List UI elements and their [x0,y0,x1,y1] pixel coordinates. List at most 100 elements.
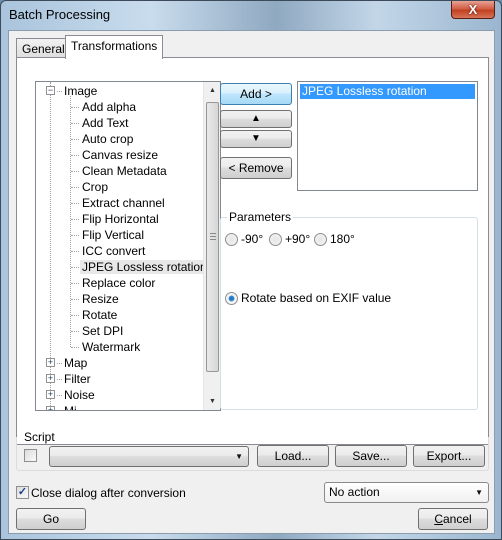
radio-rotate-exif[interactable]: Rotate based on EXIF value [225,291,391,305]
radio-selected-icon [225,292,238,305]
tree-item[interactable]: Extract channel [80,195,167,211]
tree-connector [71,123,79,124]
tree-connector [71,251,79,252]
tree-item-label: Mi... [64,404,87,411]
tree-connector [71,155,79,156]
export-button[interactable]: Export... [413,445,485,467]
radio-180[interactable]: 180° [314,232,355,246]
script-select[interactable]: ▼ [49,446,249,467]
tree-item[interactable]: Watermark [80,339,142,355]
tree-group-noise[interactable]: Noise [62,387,97,403]
add-button[interactable]: Add > [220,83,292,105]
selected-transformations-list[interactable]: JPEG Lossless rotation [297,81,478,191]
tree-item-label: Flip Horizontal [82,212,159,226]
collapse-icon[interactable]: − [46,86,55,95]
tree-connector [71,107,79,108]
tab-general[interactable]: General [16,38,71,59]
tab-transformations[interactable]: Transformations [65,35,164,59]
load-button[interactable]: Load... [257,445,329,467]
scroll-thumb[interactable] [206,102,219,372]
expand-icon[interactable]: + [46,406,55,410]
script-enabled-checkbox[interactable] [24,449,37,462]
check-icon: ✓ [17,486,28,498]
tree-item[interactable]: Clean Metadata [80,163,169,179]
remove-button[interactable]: < Remove [220,157,292,179]
tree-connector [71,283,79,284]
tree-item[interactable]: Add alpha [80,99,138,115]
tree-item[interactable]: Canvas resize [80,147,160,163]
tree-item-label: Extract channel [82,196,165,210]
transformations-tree[interactable]: − Image Add alpha Add Text Auto crop Canvas r… [35,81,221,411]
radio-plus-90[interactable]: +90° [269,232,310,246]
tree-item-label: Image [64,84,98,98]
tree-item[interactable]: Resize [80,291,121,307]
tree-item[interactable]: Rotate [80,307,119,323]
tree-item[interactable]: Flip Vertical [80,227,146,243]
after-action-value: No action [329,485,380,499]
tree-item-label: Add alpha [82,100,137,114]
tree-connector [71,235,79,236]
tree-item-label: Replace color [82,276,156,290]
tree-item-label: Map [64,356,88,370]
tree-connector [71,315,79,316]
scroll-down-icon[interactable]: ▼ [204,393,220,410]
dialog-client-area: General Transformations − Image Add alpha A… [8,30,495,534]
tree-item[interactable]: Auto crop [80,131,135,147]
tree-group-image[interactable]: Image [62,83,99,99]
tree-item[interactable]: Replace color [80,275,157,291]
tree-connector [71,219,79,220]
radio-minus-90[interactable]: -90° [225,232,263,246]
after-action-select[interactable]: No action ▼ [324,482,489,503]
tree-connector [71,171,79,172]
tree-item[interactable]: Crop [80,179,110,195]
move-up-button[interactable]: ▲ [220,110,292,128]
batch-processing-window: Batch Processing X General Transformatio… [0,0,502,540]
radio-icon [225,233,238,246]
tree-item-label: JPEG Lossless rotation [80,260,209,274]
close-button[interactable]: X [451,1,495,19]
tree-item-label: Set DPI [82,324,124,338]
radio-icon [269,233,282,246]
tree-item-label: Watermark [82,340,141,354]
parameters-group: Parameters -90° +90° 180° Rotate based o… [220,210,478,410]
tree-item-label: Canvas resize [82,148,159,162]
tree-item[interactable]: JPEG Lossless rotation [80,259,209,275]
chevron-down-icon: ▼ [235,452,243,461]
tree-connector [71,267,79,268]
tree-item[interactable]: Set DPI [80,323,125,339]
radio-label: +90° [285,232,311,246]
tree-connector [71,187,79,188]
expand-icon[interactable]: + [46,374,55,383]
tree-item-label: Filter [64,372,91,386]
tree-item-label: Crop [82,180,109,194]
chevron-down-icon: ▼ [475,488,483,497]
close-after-conversion-checkbox[interactable]: ✓ [16,486,29,499]
tree-item[interactable]: Flip Horizontal [80,211,161,227]
cancel-button[interactable]: Cancel [418,508,488,530]
tree-scrollbar[interactable]: ▲ ▼ [203,82,220,410]
save-button[interactable]: Save... [335,445,407,467]
tree-item-label: Flip Vertical [82,228,145,242]
tree-group-mi[interactable]: Mi... [62,403,89,411]
tree-connector [71,203,79,204]
expand-icon[interactable]: + [46,358,55,367]
tree-item[interactable]: Add Text [80,115,130,131]
tree-item-label: Resize [82,292,119,306]
tree-connector [71,347,79,348]
tree-group-filter[interactable]: Filter [62,371,93,387]
radio-icon [314,233,327,246]
arrow-down-icon: ▼ [251,133,261,144]
tree-connector [71,139,79,140]
move-down-button[interactable]: ▼ [220,130,292,148]
tree-connector [71,331,79,332]
close-icon: X [468,2,478,17]
tree-group-map[interactable]: Map [62,355,89,371]
tree-connector [71,299,79,300]
parameters-title: Parameters [227,210,294,224]
window-title: Batch Processing [9,7,111,22]
tree-item[interactable]: ICC convert [80,243,147,259]
go-button[interactable]: Go [16,508,86,530]
scroll-up-icon[interactable]: ▲ [204,82,220,99]
expand-icon[interactable]: + [46,390,55,399]
list-item[interactable]: JPEG Lossless rotation [300,84,475,99]
